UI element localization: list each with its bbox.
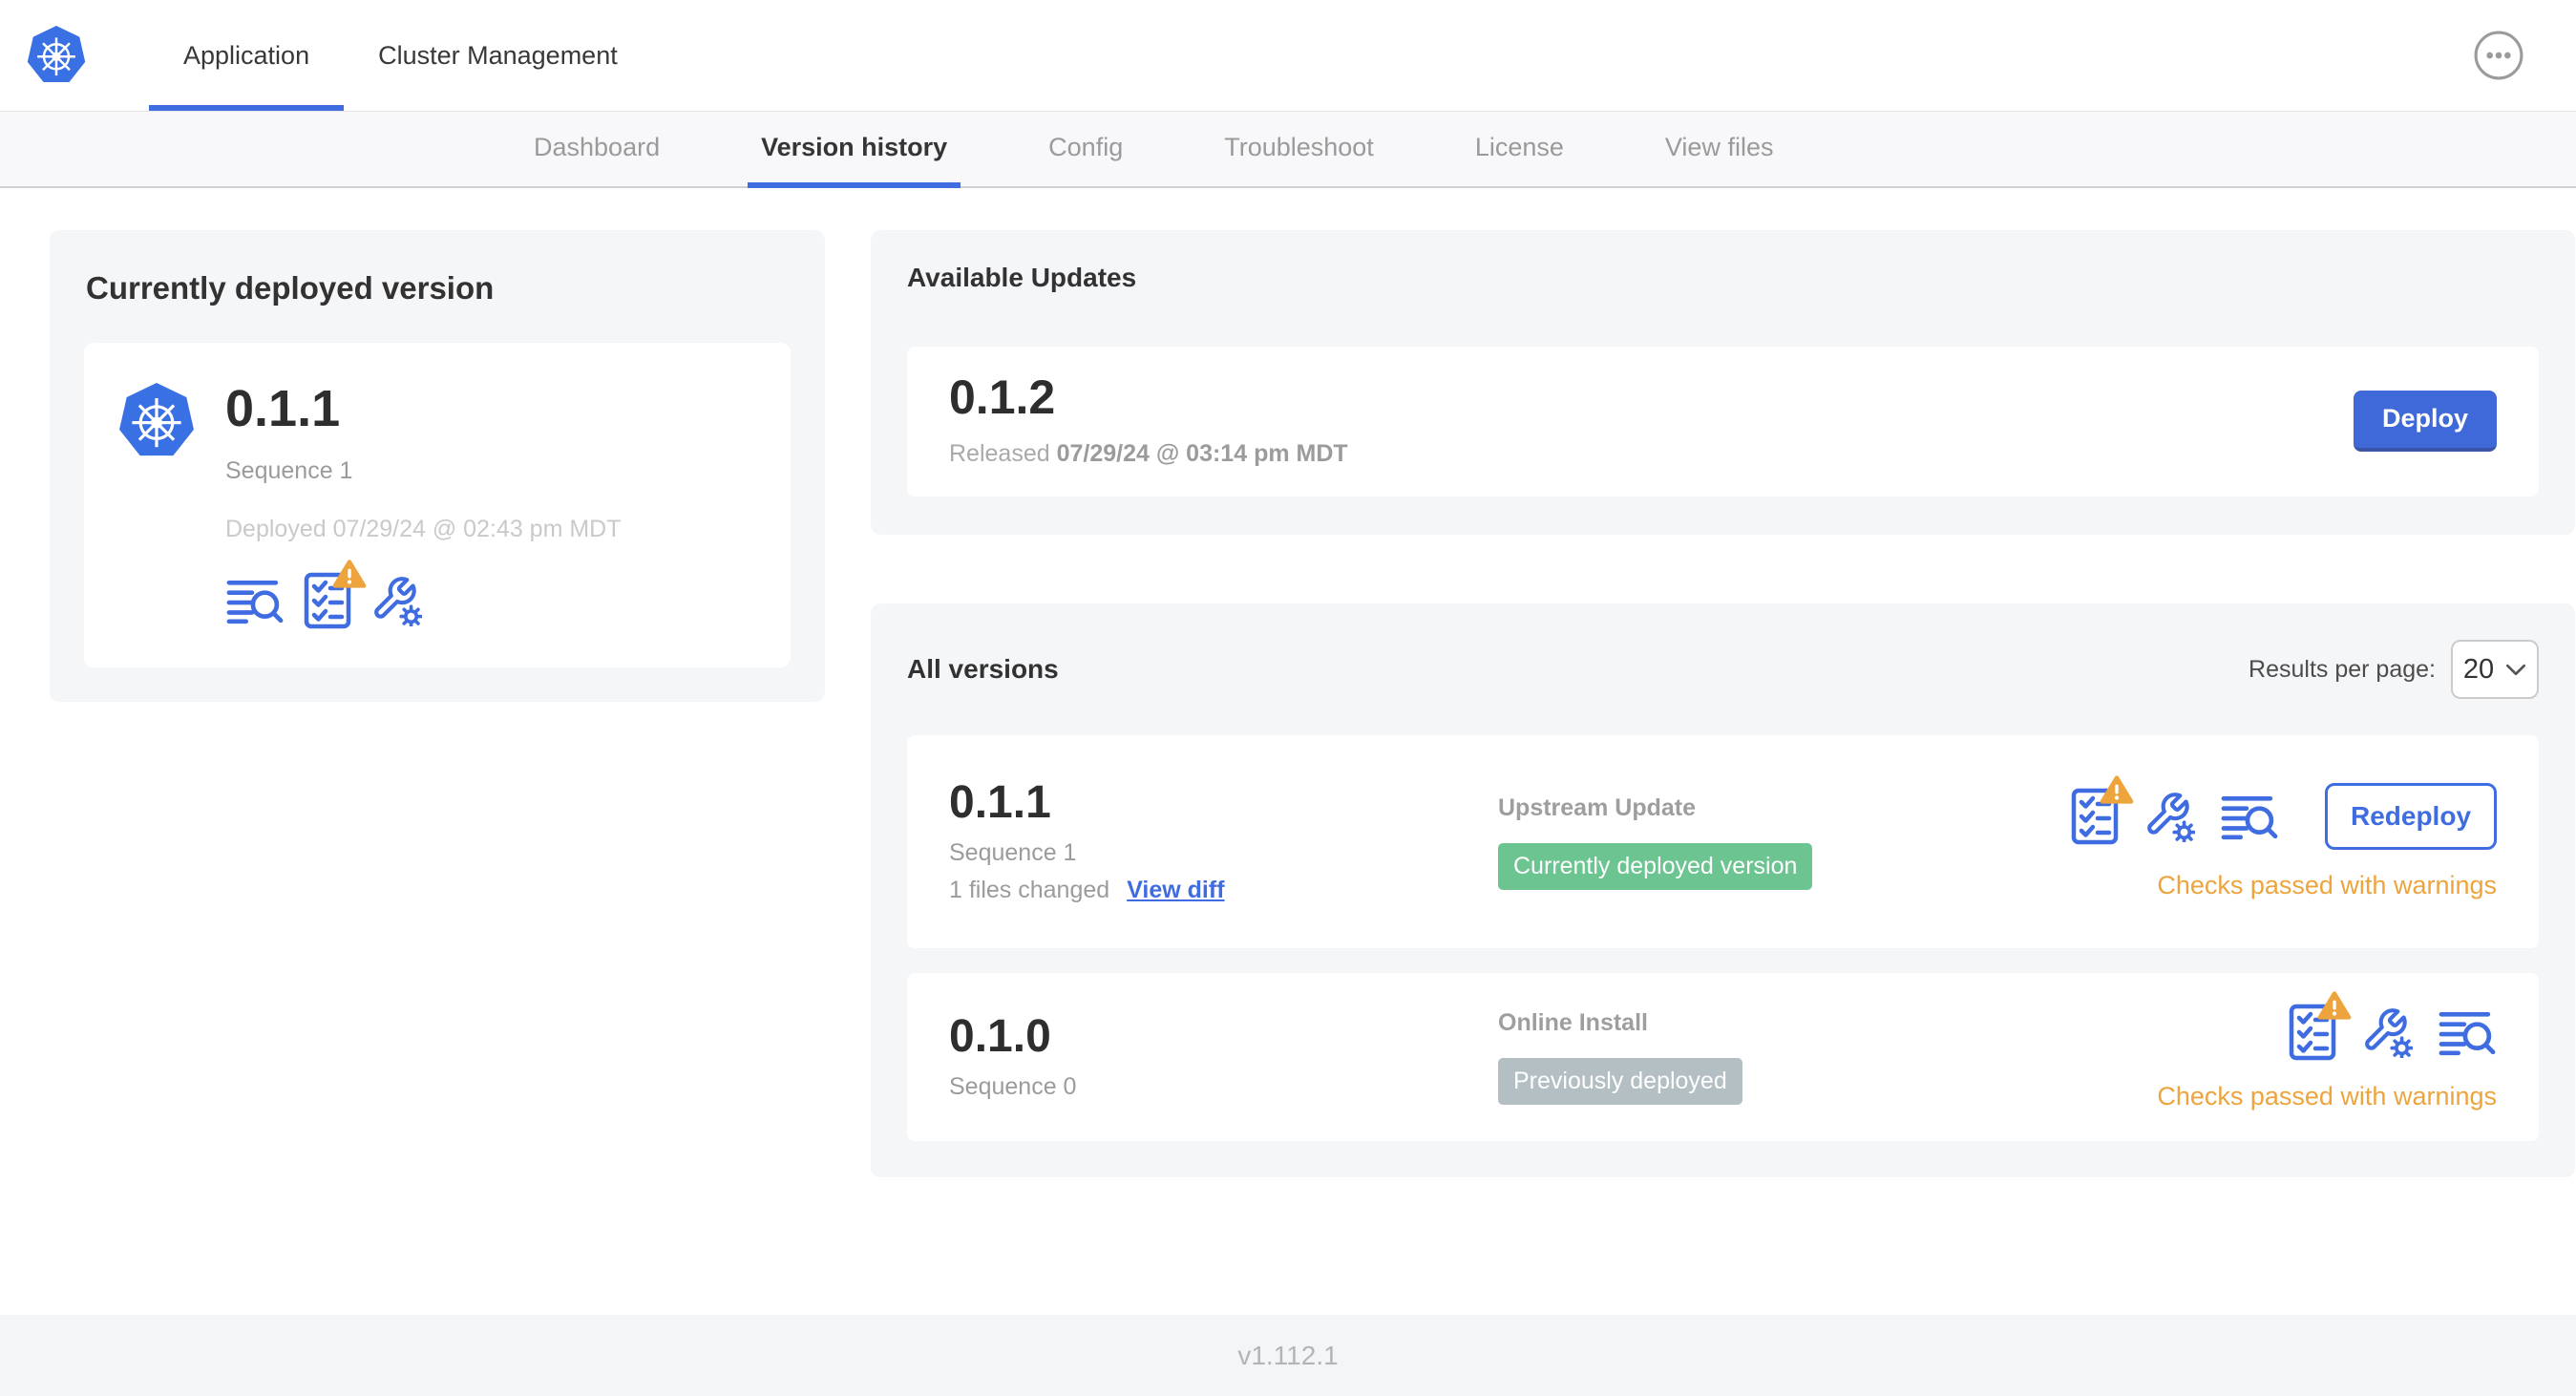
chevron-down-icon — [2505, 664, 2526, 676]
preflight-checks-button[interactable] — [2071, 788, 2119, 845]
deploy-button[interactable]: Deploy — [2354, 390, 2497, 452]
tab-view-files[interactable]: View files — [1652, 112, 1787, 188]
kubernetes-logo-icon — [27, 24, 86, 87]
release-notes-button[interactable] — [225, 576, 285, 625]
tab-dashboard[interactable]: Dashboard — [520, 112, 673, 188]
available-updates-card: Available Updates 0.1.2 Released 07/29/2… — [871, 230, 2575, 535]
warning-triangle-icon — [2317, 990, 2352, 1021]
results-per-page-select[interactable]: 20 — [2451, 640, 2539, 699]
version-row-0-1-1: 0.1.1 Sequence 1 1 files changed View di… — [907, 735, 2539, 948]
files-changed-label: 1 files changed — [949, 876, 1110, 903]
row-version-number: 0.1.0 — [949, 1010, 1051, 1062]
row-sequence: Sequence 1 — [949, 838, 1077, 866]
update-version-number: 0.1.2 — [949, 370, 1056, 424]
row-sequence: Sequence 0 — [949, 1072, 1077, 1100]
release-notes-button[interactable] — [2220, 792, 2279, 841]
footer: v1.112.1 — [0, 1315, 2576, 1396]
results-per-page-label: Results per page: — [2249, 655, 2436, 683]
currently-deployed-title: Currently deployed version — [86, 270, 495, 306]
current-version-deployed-timestamp: Deployed 07/29/24 @ 02:43 pm MDT — [225, 516, 622, 542]
tab-config[interactable]: Config — [1035, 112, 1136, 188]
view-diff-link[interactable]: View diff — [1127, 877, 1224, 904]
all-versions-title: All versions — [907, 654, 1059, 684]
row-source-label: Online Install — [1498, 1009, 1648, 1036]
preflight-checks-button[interactable] — [2289, 1004, 2336, 1061]
overflow-menu-button[interactable] — [2473, 30, 2524, 81]
all-versions-card: All versions Results per page: 20 0.1.1 … — [871, 603, 2575, 1177]
kots-admin-console: Application Cluster Management Dashboard… — [0, 0, 2576, 1396]
redeploy-button[interactable]: Redeploy — [2325, 783, 2497, 850]
currently-deployed-version-panel: 0.1.1 Sequence 1 Deployed 07/29/24 @ 02:… — [84, 343, 791, 667]
top-tab-application-label: Application — [183, 40, 310, 70]
preflight-checks-button[interactable] — [304, 572, 351, 629]
config-wrench-icon — [370, 575, 422, 626]
top-nav: Application Cluster Management — [0, 0, 2576, 112]
config-wrench-icon — [2361, 1006, 2413, 1058]
top-tab-cluster-management[interactable]: Cluster Management — [344, 0, 652, 111]
tab-troubleshoot[interactable]: Troubleshoot — [1211, 112, 1387, 188]
currently-deployed-card: Currently deployed version 0.1.1 Sequenc… — [50, 230, 825, 702]
available-updates-title: Available Updates — [907, 263, 1137, 292]
preflight-status-text[interactable]: Checks passed with warnings — [2157, 1082, 2497, 1111]
status-badge: Previously deployed — [1498, 1058, 1742, 1105]
console-version: v1.112.1 — [1237, 1340, 1339, 1370]
sub-nav: Dashboard Version history Config Trouble… — [0, 112, 2576, 188]
version-history-page: Currently deployed version 0.1.1 Sequenc… — [0, 188, 2576, 1315]
config-wrench-icon — [2143, 791, 2195, 842]
update-released-timestamp: Released 07/29/24 @ 03:14 pm MDT — [949, 440, 1348, 467]
warning-triangle-icon — [2100, 774, 2134, 805]
available-update-row: 0.1.2 Released 07/29/24 @ 03:14 pm MDT D… — [907, 347, 2539, 497]
current-version-number: 0.1.1 — [225, 380, 341, 437]
kubernetes-app-icon — [118, 381, 195, 461]
current-version-sequence: Sequence 1 — [225, 457, 353, 484]
release-notes-button[interactable] — [2438, 1007, 2497, 1057]
view-config-button[interactable] — [370, 575, 422, 626]
tab-license[interactable]: License — [1462, 112, 1577, 188]
ellipsis-icon — [2473, 30, 2524, 81]
view-config-button[interactable] — [2143, 791, 2195, 842]
row-version-number: 0.1.1 — [949, 776, 1051, 828]
row-source-label: Upstream Update — [1498, 793, 1696, 821]
release-notes-icon — [2220, 792, 2279, 841]
release-notes-icon — [2438, 1007, 2497, 1057]
release-notes-icon — [225, 576, 285, 625]
results-per-page-value: 20 — [2462, 653, 2495, 685]
warning-triangle-icon — [332, 559, 367, 589]
top-tab-application[interactable]: Application — [149, 0, 345, 111]
tab-version-history[interactable]: Version history — [748, 112, 961, 188]
view-config-button[interactable] — [2361, 1006, 2413, 1058]
top-tab-cluster-management-label: Cluster Management — [378, 40, 618, 70]
status-badge: Currently deployed version — [1498, 842, 1813, 890]
preflight-status-text[interactable]: Checks passed with warnings — [2157, 871, 2497, 900]
version-row-0-1-0: 0.1.0 Sequence 0 Online Install Previous… — [907, 973, 2539, 1141]
